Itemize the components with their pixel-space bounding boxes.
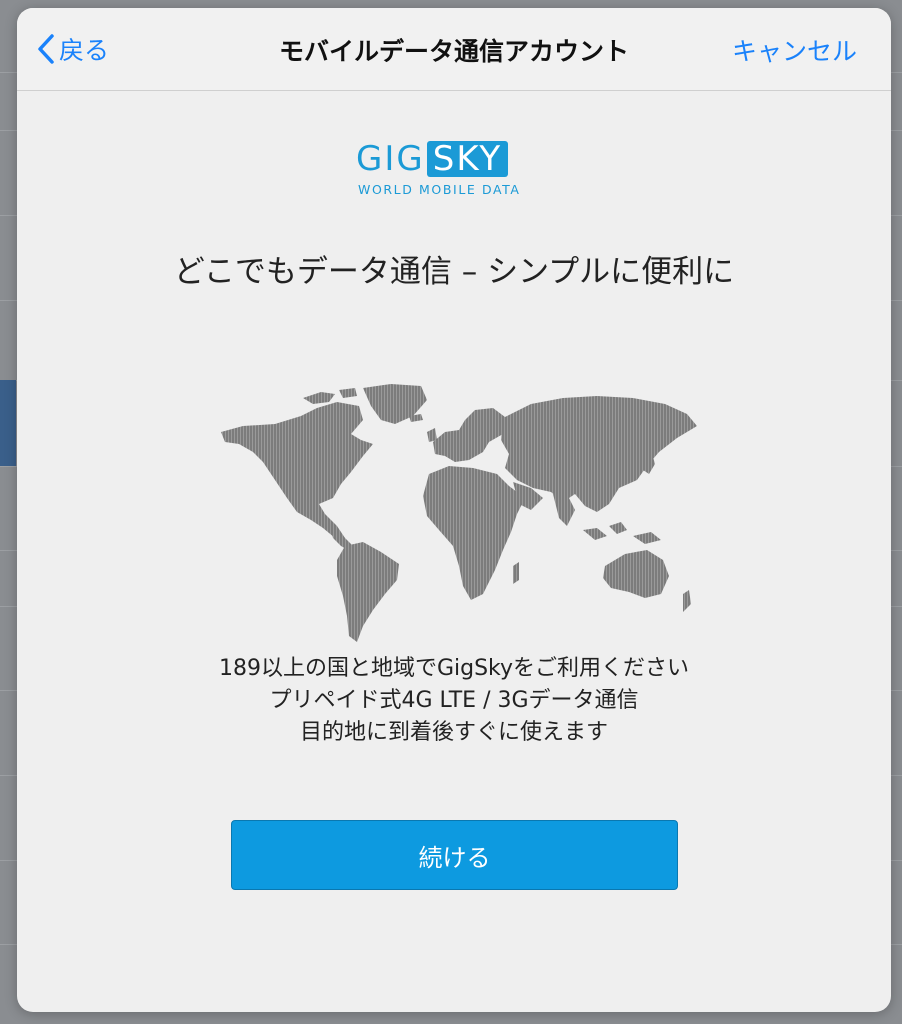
description-line: 目的地に到着後すぐに使えます: [299, 720, 608, 745]
logo-tagline: WORLD MOBILE DATA: [358, 182, 521, 197]
continue-button[interactable]: 続ける: [231, 820, 678, 890]
description-line: プリペイド式4G LTE / 3Gデータ通信: [269, 688, 639, 713]
cancel-button[interactable]: キャンセル: [732, 32, 857, 68]
navigation-bar: 戻る モバイルデータ通信アカウント キャンセル: [17, 8, 891, 91]
description-line: 189以上の国と地域でGigSkyをご利用ください: [218, 656, 690, 681]
logo-text-sky: SKY: [426, 141, 509, 177]
logo-text-gig: GIG: [356, 139, 425, 179]
gigsky-logo: GIG SKY WORLD MOBILE DATA: [356, 138, 552, 200]
account-setup-sheet: 戻る モバイルデータ通信アカウント キャンセル GIG SKY WORLD MO…: [17, 8, 891, 1012]
headline: どこでもデータ通信 – シンプルに便利に: [173, 254, 735, 290]
world-map-icon: [221, 384, 697, 642]
description: 189以上の国と地域でGigSkyをご利用ください プリペイド式4G LTE /…: [17, 653, 891, 749]
background-selection-highlight: [0, 380, 16, 466]
